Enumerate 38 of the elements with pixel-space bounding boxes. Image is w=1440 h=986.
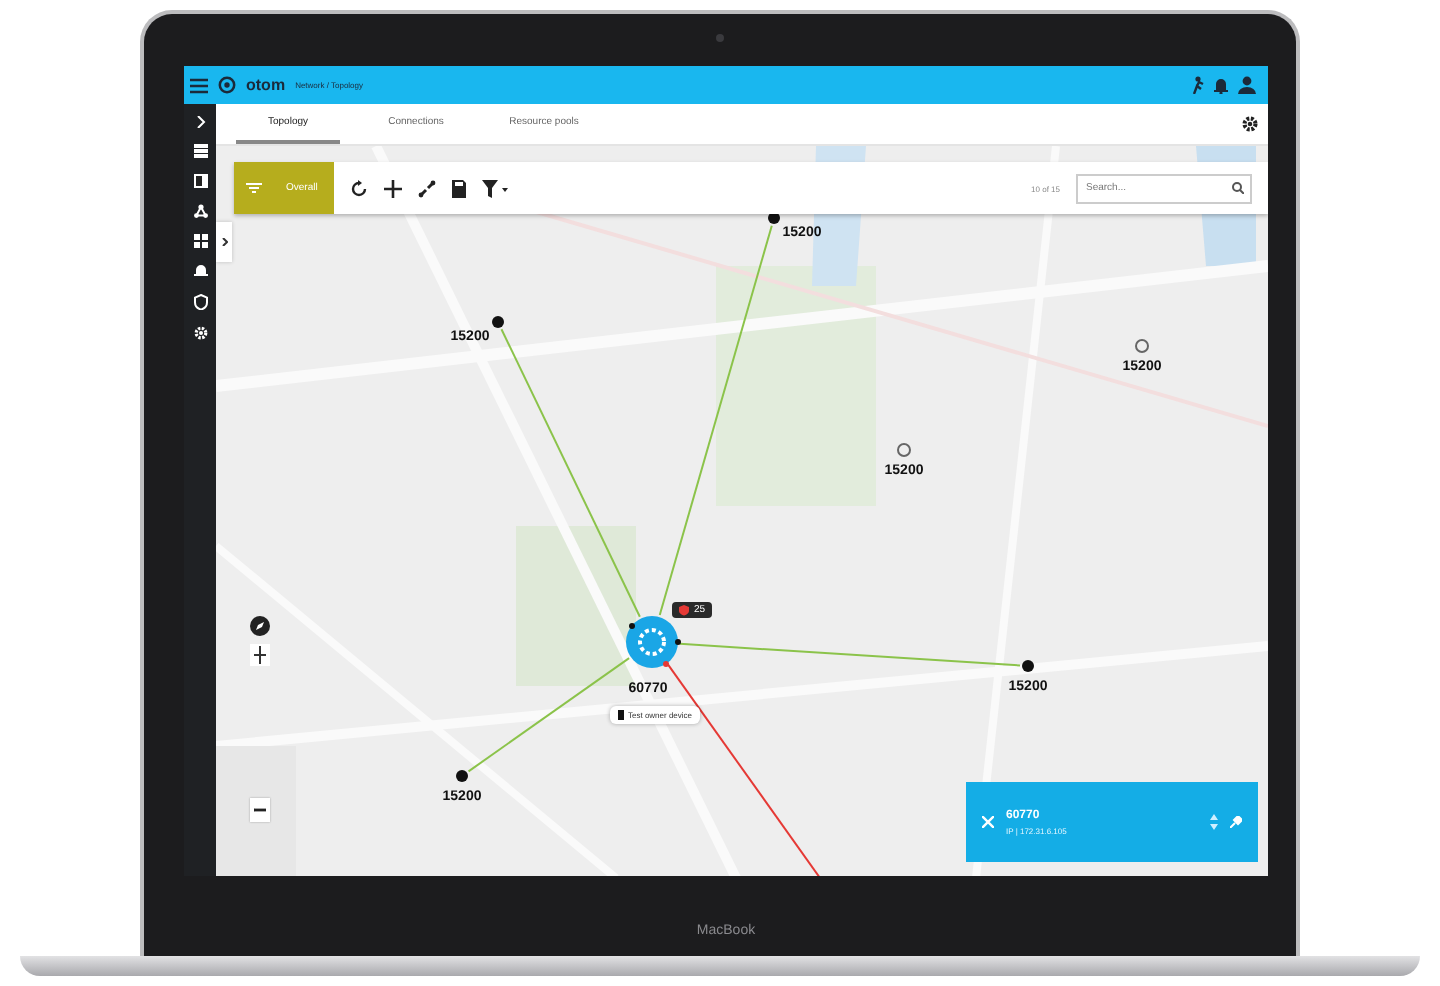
panel-icon[interactable] xyxy=(193,174,207,188)
camera-icon xyxy=(716,34,724,42)
compass-icon[interactable] xyxy=(250,616,270,636)
pin-icon[interactable] xyxy=(1230,816,1242,828)
filter-dropdown[interactable] xyxy=(482,179,508,197)
collapse-handle[interactable] xyxy=(216,222,232,262)
alarm-icon xyxy=(678,604,690,616)
save-icon[interactable] xyxy=(452,179,466,197)
bell-icon[interactable] xyxy=(193,264,207,278)
hub-node[interactable] xyxy=(626,616,681,668)
refresh-icon[interactable] xyxy=(350,179,368,197)
node-dot[interactable] xyxy=(1135,339,1149,353)
person-icon[interactable] xyxy=(1190,76,1204,94)
node-dot[interactable] xyxy=(897,443,911,457)
plus-icon xyxy=(254,646,266,664)
zoom-in-button[interactable] xyxy=(250,644,270,666)
stack-icon[interactable] xyxy=(193,144,207,158)
chevron-icon[interactable] xyxy=(195,116,205,128)
menu-icon[interactable] xyxy=(190,77,208,93)
logo-icon xyxy=(218,76,236,94)
network-icon[interactable] xyxy=(193,204,207,218)
link-icon[interactable] xyxy=(418,179,436,197)
app-name: otom xyxy=(246,76,286,94)
add-icon[interactable] xyxy=(384,179,402,197)
search-icon xyxy=(1232,182,1244,194)
shield-icon[interactable] xyxy=(193,294,207,310)
close-icon[interactable] xyxy=(982,816,994,828)
device-icon xyxy=(618,710,624,720)
minus-icon xyxy=(254,808,266,812)
bell-icon[interactable] xyxy=(1214,76,1228,94)
settings-icon[interactable] xyxy=(1242,116,1258,132)
grid-icon[interactable] xyxy=(193,234,207,248)
zoom-out-button[interactable] xyxy=(250,798,270,822)
user-icon[interactable] xyxy=(1238,76,1256,94)
filter-icon xyxy=(246,182,262,194)
node-dot[interactable] xyxy=(1022,660,1034,672)
node-dot[interactable] xyxy=(492,316,504,328)
node-dot[interactable] xyxy=(456,770,468,782)
